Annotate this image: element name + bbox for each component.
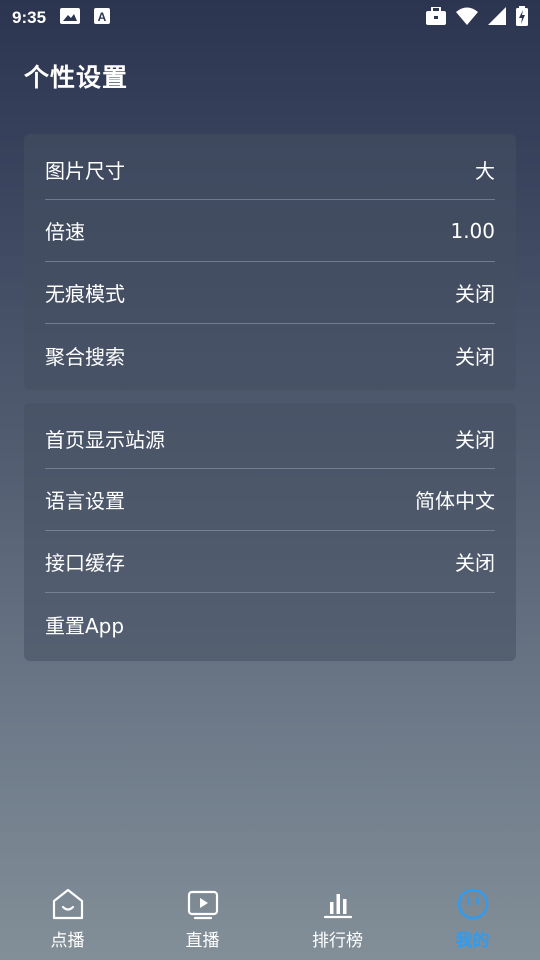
setting-value: 大: [475, 159, 495, 183]
status-time: 9:35: [12, 8, 47, 27]
status-bar: 9:35 A: [0, 0, 540, 36]
setting-label: 图片尺寸: [45, 159, 125, 183]
setting-row-image-size[interactable]: 图片尺寸 大: [45, 134, 495, 200]
setting-row-incognito-mode[interactable]: 无痕模式 关闭: [45, 262, 495, 324]
battery-charging-icon: [516, 6, 528, 30]
nav-item-live[interactable]: 直播: [135, 880, 270, 960]
smile-icon: [457, 888, 488, 920]
wifi-icon: [456, 7, 478, 29]
setting-value: 关闭: [455, 282, 495, 306]
settings-group-general: 图片尺寸 大 倍速 1.00 无痕模式 关闭 聚合搜索 关闭: [24, 134, 516, 390]
setting-value: 关闭: [455, 344, 495, 369]
nav-item-vod[interactable]: 点播: [0, 880, 135, 960]
setting-label: 倍速: [45, 220, 85, 244]
setting-label: 首页显示站源: [45, 428, 165, 452]
play-icon: [187, 890, 218, 920]
setting-value: 关闭: [455, 551, 495, 575]
image-icon: [60, 8, 81, 28]
nav-label: 排行榜: [312, 931, 363, 951]
text-a-icon: A: [94, 8, 111, 28]
setting-row-playback-speed[interactable]: 倍速 1.00: [45, 200, 495, 262]
nav-label: 点播: [50, 931, 85, 951]
home-icon: [52, 888, 83, 920]
setting-value: 关闭: [455, 428, 495, 452]
setting-row-language[interactable]: 语言设置 简体中文: [45, 469, 495, 531]
setting-row-reset-app[interactable]: 重置App: [45, 593, 495, 655]
setting-value: 简体中文: [415, 489, 495, 513]
setting-row-api-cache[interactable]: 接口缓存 关闭: [45, 531, 495, 593]
setting-label: 接口缓存: [45, 551, 125, 575]
setting-value: 1.00: [450, 218, 495, 243]
setting-row-home-show-source[interactable]: 首页显示站源 关闭: [45, 403, 495, 469]
bar-chart-icon: [323, 894, 352, 919]
setting-row-aggregate-search[interactable]: 聚合搜索 关闭: [45, 324, 495, 386]
briefcase-icon: [426, 6, 446, 29]
signal-icon: [488, 7, 506, 29]
nav-item-mine[interactable]: 我的: [405, 880, 540, 960]
svg-text:A: A: [98, 10, 107, 24]
nav-item-ranking[interactable]: 排行榜: [270, 880, 405, 960]
setting-label: 语言设置: [45, 489, 125, 513]
nav-label: 我的: [455, 931, 490, 951]
bottom-nav: 点播 直播 排行榜 我的: [0, 880, 540, 960]
setting-label: 无痕模式: [45, 282, 125, 306]
nav-label: 直播: [185, 931, 220, 951]
settings-group-app: 首页显示站源 关闭 语言设置 简体中文 接口缓存 关闭 重置App: [24, 403, 516, 661]
page-title: 个性设置: [24, 63, 129, 92]
setting-label: 重置App: [45, 613, 125, 638]
setting-label: 聚合搜索: [45, 344, 125, 369]
